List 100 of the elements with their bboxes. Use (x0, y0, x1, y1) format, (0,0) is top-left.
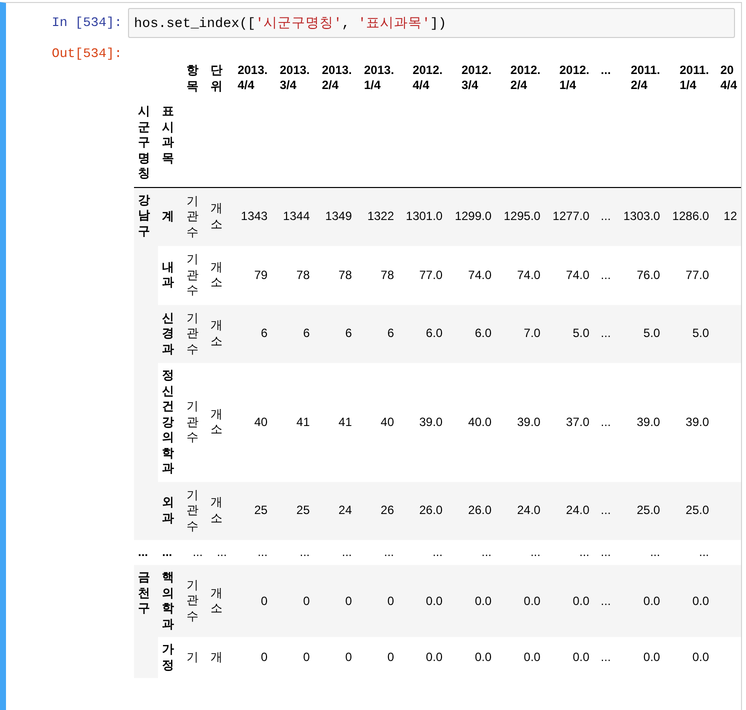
table-cell: 40.0 (446, 363, 496, 482)
table-cell: 78 (314, 246, 356, 304)
column-header: 2012. 2/4 (509, 62, 542, 94)
column-header: 2013. 4/4 (236, 62, 269, 94)
column-header: 2011. 2/4 (630, 62, 662, 94)
column-header: 2011. 1/4 (678, 62, 710, 94)
table-cell: 7.0 (496, 304, 544, 363)
table-cell: 개소 (206, 187, 231, 246)
table-cell: 6 (230, 304, 272, 363)
table-cell: 1299.0 (446, 187, 496, 246)
table-cell: 1322 (356, 187, 398, 246)
table-cell: 기관수 (182, 304, 207, 363)
table-cell: ... (593, 363, 615, 482)
input-prompt: In [534]: (52, 15, 122, 30)
column-header: 2013. 3/4 (278, 62, 311, 94)
column-header: 2012. 1/4 (558, 62, 590, 94)
table-cell: 77.0 (398, 246, 447, 304)
column-header: ... (600, 62, 612, 79)
table-cell: 5.0 (664, 304, 713, 363)
index-name: 시군구명칭 (134, 99, 158, 187)
table-cell: 기관수 (182, 187, 207, 246)
table-cell: ... (593, 187, 615, 246)
table-cell: ... (544, 540, 594, 565)
table-cell: 37.0 (544, 363, 594, 482)
row-header: 외과 (158, 482, 183, 540)
table-cell: 기관수 (182, 482, 207, 540)
table-cell: 39.0 (664, 363, 713, 482)
table-cell: 기관수 (182, 565, 207, 637)
table-cell: 1344 (272, 187, 314, 246)
table-cell: 0.0 (544, 637, 594, 678)
table-cell: 74.0 (496, 246, 544, 304)
table-cell: 개 (206, 637, 231, 678)
table-cell: 0.0 (664, 565, 713, 637)
table-cell: 0.0 (446, 637, 496, 678)
table-cell: 25 (230, 482, 272, 540)
table-cell: 6 (272, 304, 314, 363)
table-cell: 78 (356, 246, 398, 304)
table-cell: 26.0 (446, 482, 496, 540)
row-group-header: 강남구 (134, 187, 158, 540)
table-cell: 74.0 (544, 246, 594, 304)
table-cell: 40 (356, 363, 398, 482)
table-cell: ... (593, 304, 615, 363)
column-header: 단위 (210, 62, 224, 94)
table-cell: ... (496, 540, 544, 565)
table-cell: 0 (314, 565, 356, 637)
table-cell: 개소 (206, 482, 231, 540)
table-cell: 6 (314, 304, 356, 363)
table-cell: 24 (314, 482, 356, 540)
table-cell: 개소 (206, 363, 231, 482)
table-cell: 12 (713, 187, 741, 246)
table-cell: 1303.0 (614, 187, 664, 246)
table-cell: 0.0 (398, 637, 447, 678)
table-cell: 1286.0 (664, 187, 713, 246)
row-header: 가정 (158, 637, 183, 678)
table-cell: 39.0 (398, 363, 447, 482)
table-cell: 0.0 (544, 565, 594, 637)
table-cell: 기 (182, 637, 207, 678)
table-cell: ... (206, 540, 231, 565)
table-cell: 1301.0 (398, 187, 447, 246)
table-cell: 41 (314, 363, 356, 482)
table-cell: ... (230, 540, 272, 565)
table-cell: 개소 (206, 304, 231, 363)
column-header: 2012. 3/4 (460, 62, 493, 94)
table-cell: 기관수 (182, 363, 207, 482)
table-cell: 77.0 (664, 246, 713, 304)
row-header: 신경과 (158, 304, 183, 363)
table-cell: ... (182, 540, 207, 565)
table-cell: 24.0 (544, 482, 594, 540)
table-cell: 6.0 (446, 304, 496, 363)
table-cell: 79 (230, 246, 272, 304)
table-cell: 40 (230, 363, 272, 482)
table-cell: 5.0 (614, 304, 664, 363)
table-cell: 1277.0 (544, 187, 594, 246)
table-cell: 개소 (206, 246, 231, 304)
column-header: 2013. 1/4 (363, 62, 396, 94)
table-cell: 39.0 (496, 363, 544, 482)
table-cell: 0.0 (664, 637, 713, 678)
index-name: 표시과목 (158, 99, 183, 187)
table-cell: ... (398, 540, 447, 565)
table-cell: 24.0 (496, 482, 544, 540)
column-header: 2012. 4/4 (412, 62, 444, 94)
table-cell: 개소 (206, 565, 231, 637)
row-header: ... (158, 540, 183, 565)
table-cell: ... (314, 540, 356, 565)
table-cell: ... (593, 482, 615, 540)
code-input-field[interactable]: hos.set_index(['시군구명칭', '표시과목']) (128, 8, 735, 38)
table-cell: ... (356, 540, 398, 565)
row-header: 계 (158, 187, 183, 246)
table-cell: 26.0 (398, 482, 447, 540)
table-cell: ... (593, 565, 615, 637)
table-cell: 0 (272, 637, 314, 678)
table-cell: 0 (356, 565, 398, 637)
row-header: ... (134, 540, 158, 565)
row-header: 핵의학과 (158, 565, 183, 637)
output-prompt: Out[534]: (52, 46, 122, 61)
table-cell: 78 (272, 246, 314, 304)
table-cell: ... (272, 540, 314, 565)
table-cell: 0 (314, 637, 356, 678)
table-cell: 5.0 (544, 304, 594, 363)
table-cell: 76.0 (614, 246, 664, 304)
